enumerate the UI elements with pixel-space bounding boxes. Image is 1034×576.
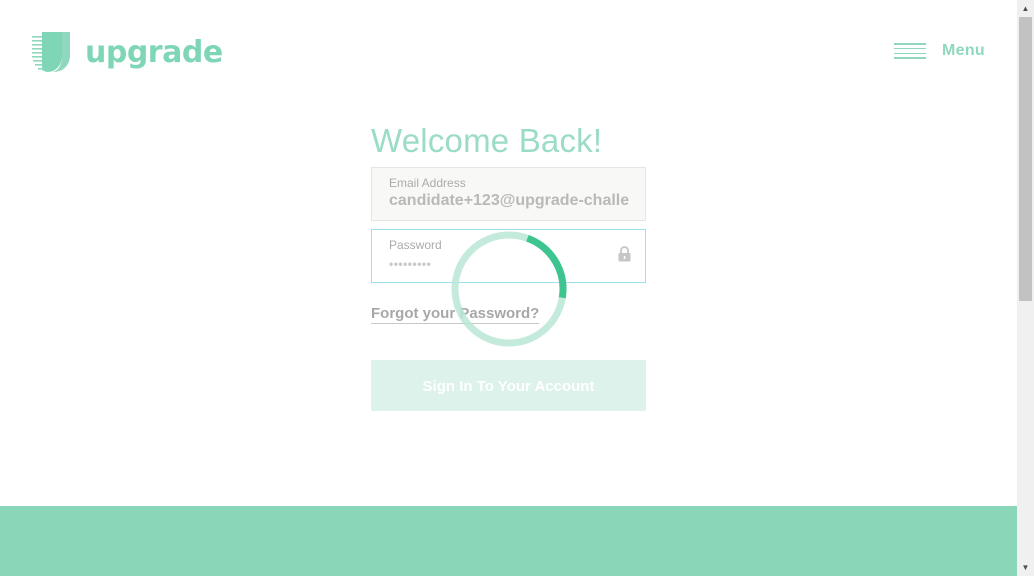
scrollbar-thumb[interactable]: [1019, 17, 1032, 301]
page: upgrade Menu Welcome Back! Email Address…: [0, 0, 1017, 576]
upgrade-logo[interactable]: upgrade: [32, 32, 223, 72]
footer-band: [0, 506, 1017, 576]
scroll-down-icon[interactable]: ▼: [1017, 559, 1034, 576]
loading-spinner-icon: [451, 231, 567, 347]
sign-in-button[interactable]: Sign In To Your Account: [371, 360, 646, 411]
page-title: Welcome Back!: [371, 122, 603, 159]
upgrade-logo-icon: [32, 32, 70, 72]
menu-label: Menu: [942, 42, 985, 59]
email-input[interactable]: candidate+123@upgrade-challe: [389, 192, 629, 210]
password-label: Password: [389, 238, 442, 252]
hamburger-icon: [894, 43, 927, 59]
vertical-scrollbar[interactable]: ▲ ▼: [1017, 0, 1034, 576]
email-field[interactable]: Email Address candidate+123@upgrade-chal…: [371, 167, 646, 221]
menu-button[interactable]: Menu: [894, 42, 985, 60]
logo-text: upgrade: [85, 34, 223, 70]
scroll-up-icon[interactable]: ▲: [1017, 0, 1034, 17]
email-label: Email Address: [389, 176, 466, 190]
lock-icon: [618, 246, 631, 262]
